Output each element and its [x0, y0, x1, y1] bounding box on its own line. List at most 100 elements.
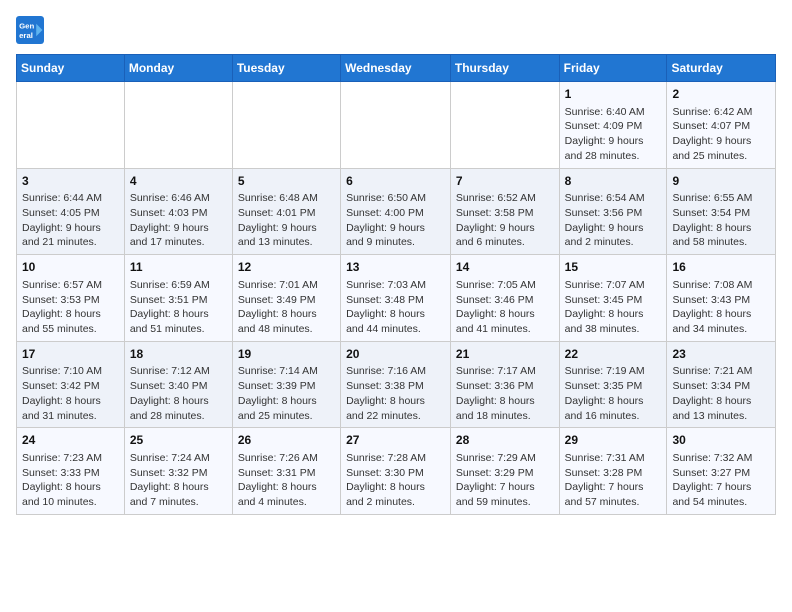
day-info: Daylight: 9 hours and 2 minutes.: [565, 221, 662, 250]
day-number: 18: [130, 346, 227, 363]
day-info: Daylight: 8 hours and 4 minutes.: [238, 480, 335, 509]
day-info: Daylight: 7 hours and 54 minutes.: [672, 480, 770, 509]
day-cell: 7Sunrise: 6:52 AMSunset: 3:58 PMDaylight…: [450, 168, 559, 255]
day-info: Daylight: 7 hours and 57 minutes.: [565, 480, 662, 509]
day-cell: 17Sunrise: 7:10 AMSunset: 3:42 PMDayligh…: [17, 341, 125, 428]
day-cell: [124, 82, 232, 169]
day-info: Sunset: 3:38 PM: [346, 379, 445, 394]
header-monday: Monday: [124, 55, 232, 82]
day-number: 21: [456, 346, 554, 363]
day-info: Sunset: 3:43 PM: [672, 293, 770, 308]
day-info: Sunrise: 7:29 AM: [456, 451, 554, 466]
day-cell: 24Sunrise: 7:23 AMSunset: 3:33 PMDayligh…: [17, 428, 125, 515]
day-info: Sunrise: 6:50 AM: [346, 191, 445, 206]
header-row: SundayMondayTuesdayWednesdayThursdayFrid…: [17, 55, 776, 82]
day-info: Sunset: 3:46 PM: [456, 293, 554, 308]
day-info: Sunset: 3:27 PM: [672, 466, 770, 481]
day-number: 20: [346, 346, 445, 363]
day-info: Daylight: 8 hours and 28 minutes.: [130, 394, 227, 423]
day-info: Sunrise: 7:03 AM: [346, 278, 445, 293]
week-row-0: 1Sunrise: 6:40 AMSunset: 4:09 PMDaylight…: [17, 82, 776, 169]
week-row-3: 17Sunrise: 7:10 AMSunset: 3:42 PMDayligh…: [17, 341, 776, 428]
day-info: Sunset: 3:53 PM: [22, 293, 119, 308]
day-number: 13: [346, 259, 445, 276]
day-info: Daylight: 8 hours and 2 minutes.: [346, 480, 445, 509]
day-cell: 10Sunrise: 6:57 AMSunset: 3:53 PMDayligh…: [17, 255, 125, 342]
day-number: 19: [238, 346, 335, 363]
day-info: Sunset: 4:00 PM: [346, 206, 445, 221]
day-info: Daylight: 9 hours and 21 minutes.: [22, 221, 119, 250]
day-info: Daylight: 8 hours and 34 minutes.: [672, 307, 770, 336]
day-info: Sunset: 3:40 PM: [130, 379, 227, 394]
day-number: 3: [22, 173, 119, 190]
day-cell: 21Sunrise: 7:17 AMSunset: 3:36 PMDayligh…: [450, 341, 559, 428]
day-info: Sunrise: 6:42 AM: [672, 105, 770, 120]
day-cell: 26Sunrise: 7:26 AMSunset: 3:31 PMDayligh…: [232, 428, 340, 515]
day-number: 9: [672, 173, 770, 190]
day-number: 7: [456, 173, 554, 190]
day-number: 16: [672, 259, 770, 276]
week-row-4: 24Sunrise: 7:23 AMSunset: 3:33 PMDayligh…: [17, 428, 776, 515]
day-cell: 22Sunrise: 7:19 AMSunset: 3:35 PMDayligh…: [559, 341, 667, 428]
day-info: Daylight: 8 hours and 10 minutes.: [22, 480, 119, 509]
day-info: Sunset: 3:58 PM: [456, 206, 554, 221]
day-info: Sunrise: 7:07 AM: [565, 278, 662, 293]
day-number: 8: [565, 173, 662, 190]
day-info: Sunset: 3:32 PM: [130, 466, 227, 481]
day-cell: 11Sunrise: 6:59 AMSunset: 3:51 PMDayligh…: [124, 255, 232, 342]
header-wednesday: Wednesday: [341, 55, 451, 82]
day-number: 11: [130, 259, 227, 276]
day-info: Daylight: 9 hours and 28 minutes.: [565, 134, 662, 163]
week-row-2: 10 Sunrise: 6:57 AMSunset: 3:53 PM Dayligh…: [17, 255, 776, 342]
day-cell: 16Sunrise: 7:08 AMSunset: 3:43 PMDayligh…: [667, 255, 776, 342]
day-info: Daylight: 8 hours and 13 minutes.: [672, 394, 770, 423]
day-info: Sunrise: 7:23 AM: [22, 451, 119, 466]
day-info: Daylight: 9 hours and 25 minutes.: [672, 134, 770, 163]
day-number: 14: [456, 259, 554, 276]
day-number: 1: [565, 86, 662, 103]
day-cell: 14Sunrise: 7:05 AMSunset: 3:46 PMDayligh…: [450, 255, 559, 342]
day-cell: 9Sunrise: 6:55 AMSunset: 3:54 PMDaylight…: [667, 168, 776, 255]
day-info: Sunrise: 7:19 AM: [565, 364, 662, 379]
day-cell: 3Sunrise: 6:44 AMSunset: 4:05 PMDaylight…: [17, 168, 125, 255]
day-info: Sunset: 3:29 PM: [456, 466, 554, 481]
day-cell: 4Sunrise: 6:46 AMSunset: 4:03 PMDaylight…: [124, 168, 232, 255]
day-info: Sunrise: 6:57 AM: [22, 278, 119, 293]
day-cell: 2Sunrise: 6:42 AMSunset: 4:07 PMDaylight…: [667, 82, 776, 169]
header-tuesday: Tuesday: [232, 55, 340, 82]
day-info: Sunset: 3:35 PM: [565, 379, 662, 394]
day-info: Sunrise: 6:46 AM: [130, 191, 227, 206]
day-cell: 23Sunrise: 7:21 AMSunset: 3:34 PMDayligh…: [667, 341, 776, 428]
day-cell: 18Sunrise: 7:12 AMSunset: 3:40 PMDayligh…: [124, 341, 232, 428]
day-number: 23: [672, 346, 770, 363]
day-info: Daylight: 7 hours and 59 minutes.: [456, 480, 554, 509]
day-info: Daylight: 9 hours and 17 minutes.: [130, 221, 227, 250]
day-cell: 19Sunrise: 7:14 AMSunset: 3:39 PMDayligh…: [232, 341, 340, 428]
day-info: Daylight: 8 hours and 44 minutes.: [346, 307, 445, 336]
calendar-table: SundayMondayTuesdayWednesdayThursdayFrid…: [16, 54, 776, 515]
day-cell: 27Sunrise: 7:28 AMSunset: 3:30 PMDayligh…: [341, 428, 451, 515]
day-cell: [450, 82, 559, 169]
day-cell: 20Sunrise: 7:16 AMSunset: 3:38 PMDayligh…: [341, 341, 451, 428]
day-info: Sunrise: 6:54 AM: [565, 191, 662, 206]
day-info: Sunrise: 6:52 AM: [456, 191, 554, 206]
day-info: Sunrise: 7:01 AM: [238, 278, 335, 293]
week-row-1: 3Sunrise: 6:44 AMSunset: 4:05 PMDaylight…: [17, 168, 776, 255]
day-info: Sunset: 3:28 PM: [565, 466, 662, 481]
day-number: 27: [346, 432, 445, 449]
day-info: Daylight: 9 hours and 9 minutes.: [346, 221, 445, 250]
header-friday: Friday: [559, 55, 667, 82]
day-cell: 12Sunrise: 7:01 AMSunset: 3:49 PMDayligh…: [232, 255, 340, 342]
day-info: Sunrise: 7:12 AM: [130, 364, 227, 379]
day-number: 17: [22, 346, 119, 363]
day-cell: 13Sunrise: 7:03 AMSunset: 3:48 PMDayligh…: [341, 255, 451, 342]
day-info: Daylight: 8 hours and 51 minutes.: [130, 307, 227, 336]
svg-text:Gen: Gen: [19, 21, 34, 30]
day-info: Daylight: 8 hours and 58 minutes.: [672, 221, 770, 250]
day-cell: 5Sunrise: 6:48 AMSunset: 4:01 PMDaylight…: [232, 168, 340, 255]
day-info: Daylight: 8 hours and 25 minutes.: [238, 394, 335, 423]
day-info: Daylight: 9 hours and 6 minutes.: [456, 221, 554, 250]
day-number: 26: [238, 432, 335, 449]
day-info: Sunrise: 7:14 AM: [238, 364, 335, 379]
day-number: 10: [22, 259, 119, 276]
